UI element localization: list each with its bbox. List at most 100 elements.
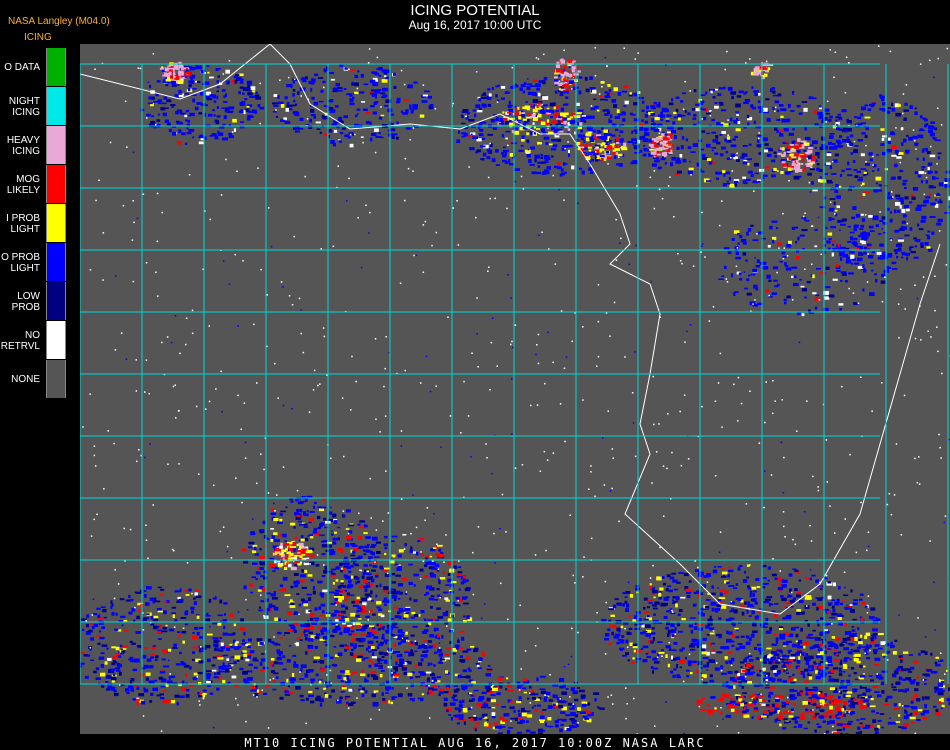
cloud-pixel <box>366 544 370 546</box>
cloud-pixel <box>828 604 831 606</box>
cloud-pixel <box>737 681 742 684</box>
cloud-pixel <box>698 627 703 631</box>
cloud-pixel <box>372 702 378 707</box>
cloud-pixel <box>192 98 196 103</box>
cloud-pixel <box>109 668 116 671</box>
cloud-pixel <box>621 111 625 114</box>
cloud-pixel <box>313 505 316 509</box>
cloud-pixel <box>880 128 885 131</box>
cloud-pixel <box>245 644 249 647</box>
cloud-pixel <box>653 667 659 670</box>
cloud-pixel <box>280 637 283 640</box>
storm-pixel <box>293 546 297 548</box>
cloud-pixel <box>701 651 707 655</box>
cloud-pixel <box>217 130 220 135</box>
cloud-pixel <box>927 230 931 233</box>
cloud-pixel <box>246 80 252 85</box>
cloud-pixel <box>374 82 377 84</box>
cloud-pixel <box>937 192 940 195</box>
cloud-pixel <box>331 123 337 126</box>
cloud-pixel <box>427 95 432 99</box>
cloud-pixel <box>304 629 310 632</box>
cloud-pixel <box>350 642 354 647</box>
cloud-pixel <box>755 578 760 581</box>
cloud-pixel <box>690 617 696 619</box>
cloud-pixel <box>356 596 360 600</box>
cloud-pixel <box>788 132 794 136</box>
cloud-pixel <box>690 151 696 153</box>
cloud-pixel <box>246 117 251 121</box>
cloud-pixel <box>828 238 832 240</box>
cloud-pixel <box>212 597 217 600</box>
cloud-pixel <box>278 661 284 665</box>
cloud-pixel <box>735 647 740 651</box>
cloud-pixel <box>409 104 412 108</box>
cloud-pixel <box>433 679 438 682</box>
cloud-pixel <box>422 631 427 634</box>
cloud-pixel <box>796 609 802 612</box>
cloud-pixel <box>887 207 890 211</box>
cloud-pixel <box>652 670 654 674</box>
cloud-pixel <box>839 643 845 647</box>
cloud-pixel <box>247 638 252 642</box>
cloud-pixel <box>858 641 863 645</box>
cloud-pixel <box>240 618 244 622</box>
legend-swatch <box>46 204 66 242</box>
cloud-pixel <box>274 606 279 611</box>
cloud-pixel <box>540 156 543 159</box>
cloud-pixel <box>345 543 350 547</box>
cloud-pixel <box>284 690 289 694</box>
cloud-pixel <box>913 237 917 240</box>
cloud-pixel <box>350 630 355 633</box>
cloud-pixel <box>615 163 621 166</box>
cloud-pixel <box>789 665 792 668</box>
cloud-pixel <box>779 636 786 640</box>
cloud-pixel <box>673 111 677 115</box>
cloud-pixel <box>644 611 650 614</box>
cloud-pixel <box>761 684 764 687</box>
storm-pixel <box>650 151 657 155</box>
cloud-pixel <box>920 179 923 184</box>
cloud-pixel <box>730 117 733 122</box>
cloud-pixel <box>702 644 707 649</box>
cloud-pixel <box>459 630 465 633</box>
cloud-pixel <box>879 219 884 223</box>
cloud-pixel <box>726 182 731 185</box>
cloud-pixel <box>358 91 365 94</box>
storm-pixel <box>800 163 804 165</box>
cloud-pixel <box>671 629 676 633</box>
cloud-pixel <box>437 633 440 638</box>
cloud-pixel <box>163 601 168 603</box>
storm-pixel <box>622 142 627 147</box>
storm-pixel <box>649 148 655 151</box>
cloud-pixel <box>588 115 595 119</box>
cloud-pixel <box>714 667 720 671</box>
cloud-pixel <box>504 91 510 94</box>
cloud-pixel <box>906 134 909 137</box>
cloud-pixel <box>888 137 891 141</box>
cloud-pixel <box>793 726 798 728</box>
storm-pixel <box>579 144 584 147</box>
cloud-pixel <box>151 115 155 117</box>
cloud-pixel <box>295 642 299 647</box>
cloud-pixel <box>332 551 335 554</box>
cloud-pixel <box>478 98 482 102</box>
cloud-pixel <box>930 186 936 189</box>
storm-pixel <box>786 146 789 148</box>
cloud-pixel <box>723 265 727 270</box>
cloud-pixel <box>255 685 258 688</box>
cloud-pixel <box>427 619 433 621</box>
cloud-pixel <box>274 617 279 622</box>
cloud-pixel <box>814 245 818 248</box>
cloud-pixel <box>631 130 634 134</box>
cloud-pixel <box>924 651 928 655</box>
cloud-pixel <box>756 586 761 588</box>
cloud-pixel <box>908 136 913 141</box>
cloud-pixel <box>711 147 717 149</box>
cloud-pixel <box>284 594 291 597</box>
cloud-pixel <box>729 662 733 665</box>
cloud-pixel <box>937 683 943 687</box>
cloud-pixel <box>378 623 383 628</box>
cloud-pixel <box>537 165 541 168</box>
cloud-pixel <box>114 628 119 631</box>
